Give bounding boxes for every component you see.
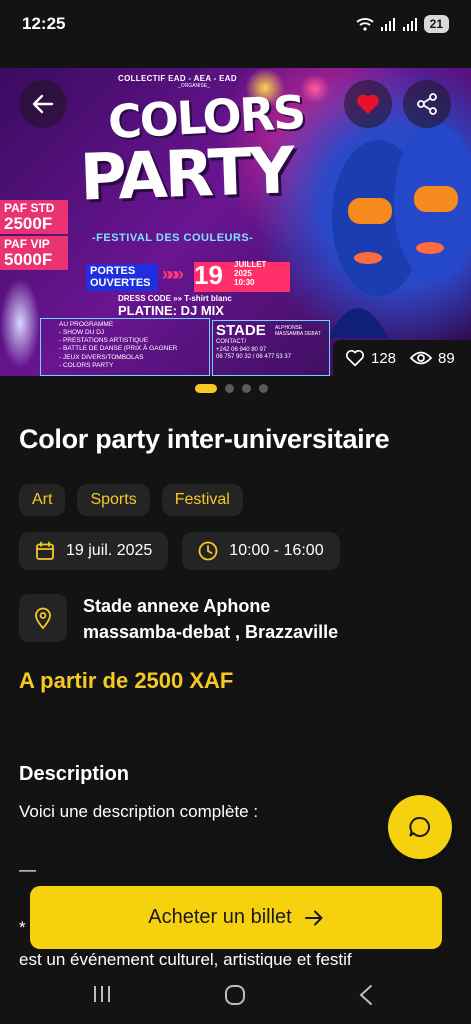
description-text: est un événement culturel, artistique et…: [19, 950, 352, 969]
paf-vip-price: 5000F: [4, 249, 53, 269]
likes-count: 128: [371, 349, 397, 367]
poster-festival: -FESTIVAL DES COULEURS-: [92, 232, 254, 244]
carousel-dot[interactable]: [225, 384, 234, 393]
buy-ticket-label: Acheter un billet: [148, 906, 292, 928]
home-icon[interactable]: [224, 984, 246, 1006]
event-price: A partir de 2500 XAF: [19, 668, 234, 693]
location-text: Stade annexe Aphone massamba-debat , Bra…: [83, 593, 338, 645]
recent-apps-icon[interactable]: [92, 984, 112, 1004]
poster-paf-vip: PAF VIP 5000F: [0, 236, 68, 271]
tag-art[interactable]: Art: [19, 484, 66, 516]
heart-filled-icon: [357, 94, 379, 114]
poster-paf-std: PAF STD 2500F: [0, 200, 68, 235]
status-time: 12:25: [22, 14, 66, 33]
poster-month: JUILLET 2025 10:30: [234, 260, 267, 287]
programme-line: - JEUX DIVERS/TOMBOLAS: [59, 353, 144, 361]
poster-arrows: »»»: [162, 264, 184, 284]
event-datetime: 19 juil. 2025 10:00 - 16:00: [19, 532, 340, 570]
event-tags: Art Sports Festival: [19, 484, 243, 516]
poster-dress-code: DRESS CODE »» T-shirt blanc: [118, 294, 232, 303]
programme-line: AU PROGRAMME: [59, 321, 114, 328]
programme-line: - BATTLE DE DANSE (PRIX À GAGNER: [59, 345, 178, 353]
poster-organise: _ORGANISE_: [178, 83, 210, 89]
programme-line: - COLORS PARTY: [59, 361, 114, 369]
share-button[interactable]: [403, 80, 451, 128]
paf-std-label: PAF STD: [4, 201, 55, 215]
hero-stats: 128 89: [333, 340, 471, 376]
description-text: —: [19, 860, 36, 879]
paf-std-price: 2500F: [4, 213, 53, 233]
description-text: Voici une description complète :: [19, 802, 259, 821]
carousel-indicator: [195, 384, 268, 393]
signal-icon: [402, 18, 417, 31]
chat-button[interactable]: [388, 795, 452, 859]
poster-day: 19: [194, 260, 223, 290]
back-nav-icon[interactable]: [358, 984, 374, 1006]
poster-platine: PLATINE: DJ MIX: [118, 303, 224, 318]
location-icon-box: [19, 594, 67, 642]
poster-organizers: COLLECTIF EAD - AEA - EAD: [118, 74, 237, 83]
carousel-dot-active[interactable]: [195, 384, 217, 393]
poster-programme: AU PROGRAMME - SHOW DU DJ - PRESTATIONS …: [40, 318, 210, 376]
contact-line: +242 06 940 80 97: [216, 346, 267, 353]
poster-stade: STADE ALPHONSE MASSAMBA DEBAT CONTACT/ +…: [212, 320, 330, 376]
heart-outline-icon: [345, 350, 365, 367]
date-chip: 19 juil. 2025: [19, 532, 169, 570]
carousel-dot[interactable]: [242, 384, 251, 393]
favorite-button[interactable]: [344, 80, 392, 128]
arrow-left-icon: [32, 94, 54, 114]
carousel-dot[interactable]: [259, 384, 268, 393]
buy-ticket-button[interactable]: Acheter un billet: [30, 886, 442, 949]
battery-indicator: 21: [423, 15, 449, 33]
arrow-right-icon: [304, 910, 323, 925]
paf-vip-label: PAF VIP: [4, 237, 50, 251]
tag-sports[interactable]: Sports: [77, 484, 150, 516]
map-pin-icon: [35, 607, 51, 629]
contact-line: 06 757 90 32 / 06 477 53 37: [216, 354, 292, 360]
event-title: Color party inter-universitaire: [19, 424, 390, 454]
system-navigation-bar: [0, 968, 471, 1024]
poster-portes: PORTES OUVERTES: [86, 264, 158, 292]
time-chip: 10:00 - 16:00: [182, 532, 340, 570]
description-text: *: [19, 918, 26, 937]
share-icon: [417, 93, 437, 115]
wifi-icon: [356, 18, 374, 31]
calendar-icon: [36, 541, 54, 560]
status-icons: 21: [356, 15, 449, 33]
event-time: 10:00 - 16:00: [229, 542, 324, 559]
event-date: 19 juil. 2025: [66, 542, 153, 559]
likes-stat: 128: [345, 349, 396, 367]
programme-line: - SHOW DU DJ: [59, 329, 105, 337]
views-count: 89: [438, 349, 455, 367]
eye-icon: [410, 351, 433, 365]
status-bar: 12:25 21: [0, 0, 471, 48]
chat-bubble-icon: [409, 816, 431, 837]
poster-title-line2: PARTY: [78, 134, 294, 216]
location-line1: Stade annexe Aphone: [83, 596, 271, 616]
tag-festival[interactable]: Festival: [161, 484, 243, 516]
stade-sub: ALPHONSE MASSAMBA DEBAT: [275, 325, 321, 337]
poster-faces-illustration: [328, 123, 471, 338]
contact-line: CONTACT/: [216, 339, 247, 345]
description-heading: Description: [19, 763, 130, 785]
event-location[interactable]: Stade annexe Aphone massamba-debat , Bra…: [19, 594, 338, 645]
signal-icon: [380, 18, 395, 31]
event-poster[interactable]: COLLECTIF EAD - AEA - EAD _ORGANISE_ COL…: [0, 68, 471, 376]
light-decoration: [300, 74, 330, 104]
clock-icon: [198, 541, 218, 561]
views-stat: 89: [410, 350, 455, 367]
back-button[interactable]: [19, 80, 67, 128]
location-line2: massamba-debat , Brazzaville: [83, 622, 339, 642]
light-decoration: [0, 278, 40, 368]
